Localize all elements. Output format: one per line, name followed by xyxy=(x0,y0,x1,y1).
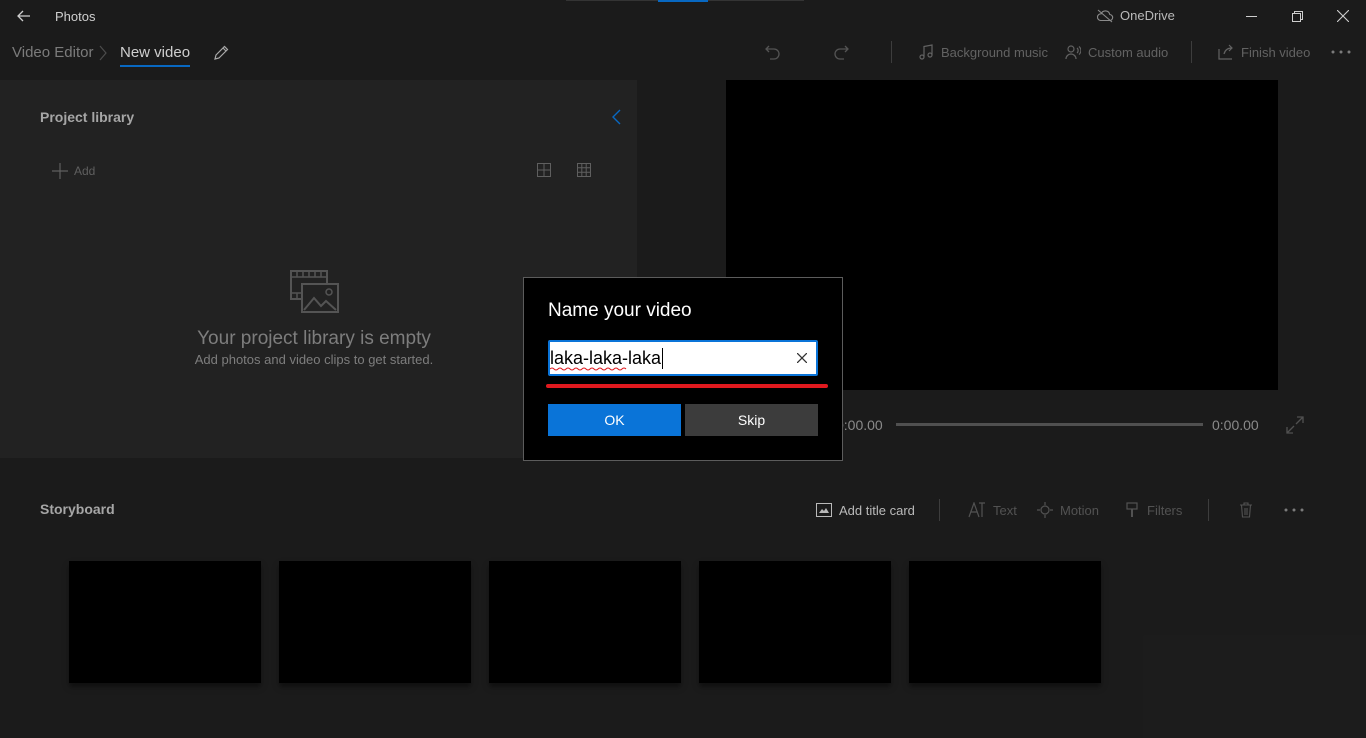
name-video-dialog: Name your video OK Skip xyxy=(523,277,843,461)
video-name-field[interactable] xyxy=(548,340,818,376)
skip-button[interactable]: Skip xyxy=(685,404,818,436)
annotation-underline xyxy=(546,384,828,388)
text-caret xyxy=(662,348,663,369)
clear-input-button[interactable] xyxy=(792,348,812,368)
ok-button[interactable]: OK xyxy=(548,404,681,436)
dialog-title: Name your video xyxy=(548,300,692,321)
spellcheck-squiggle xyxy=(550,367,627,371)
close-icon xyxy=(797,353,807,363)
